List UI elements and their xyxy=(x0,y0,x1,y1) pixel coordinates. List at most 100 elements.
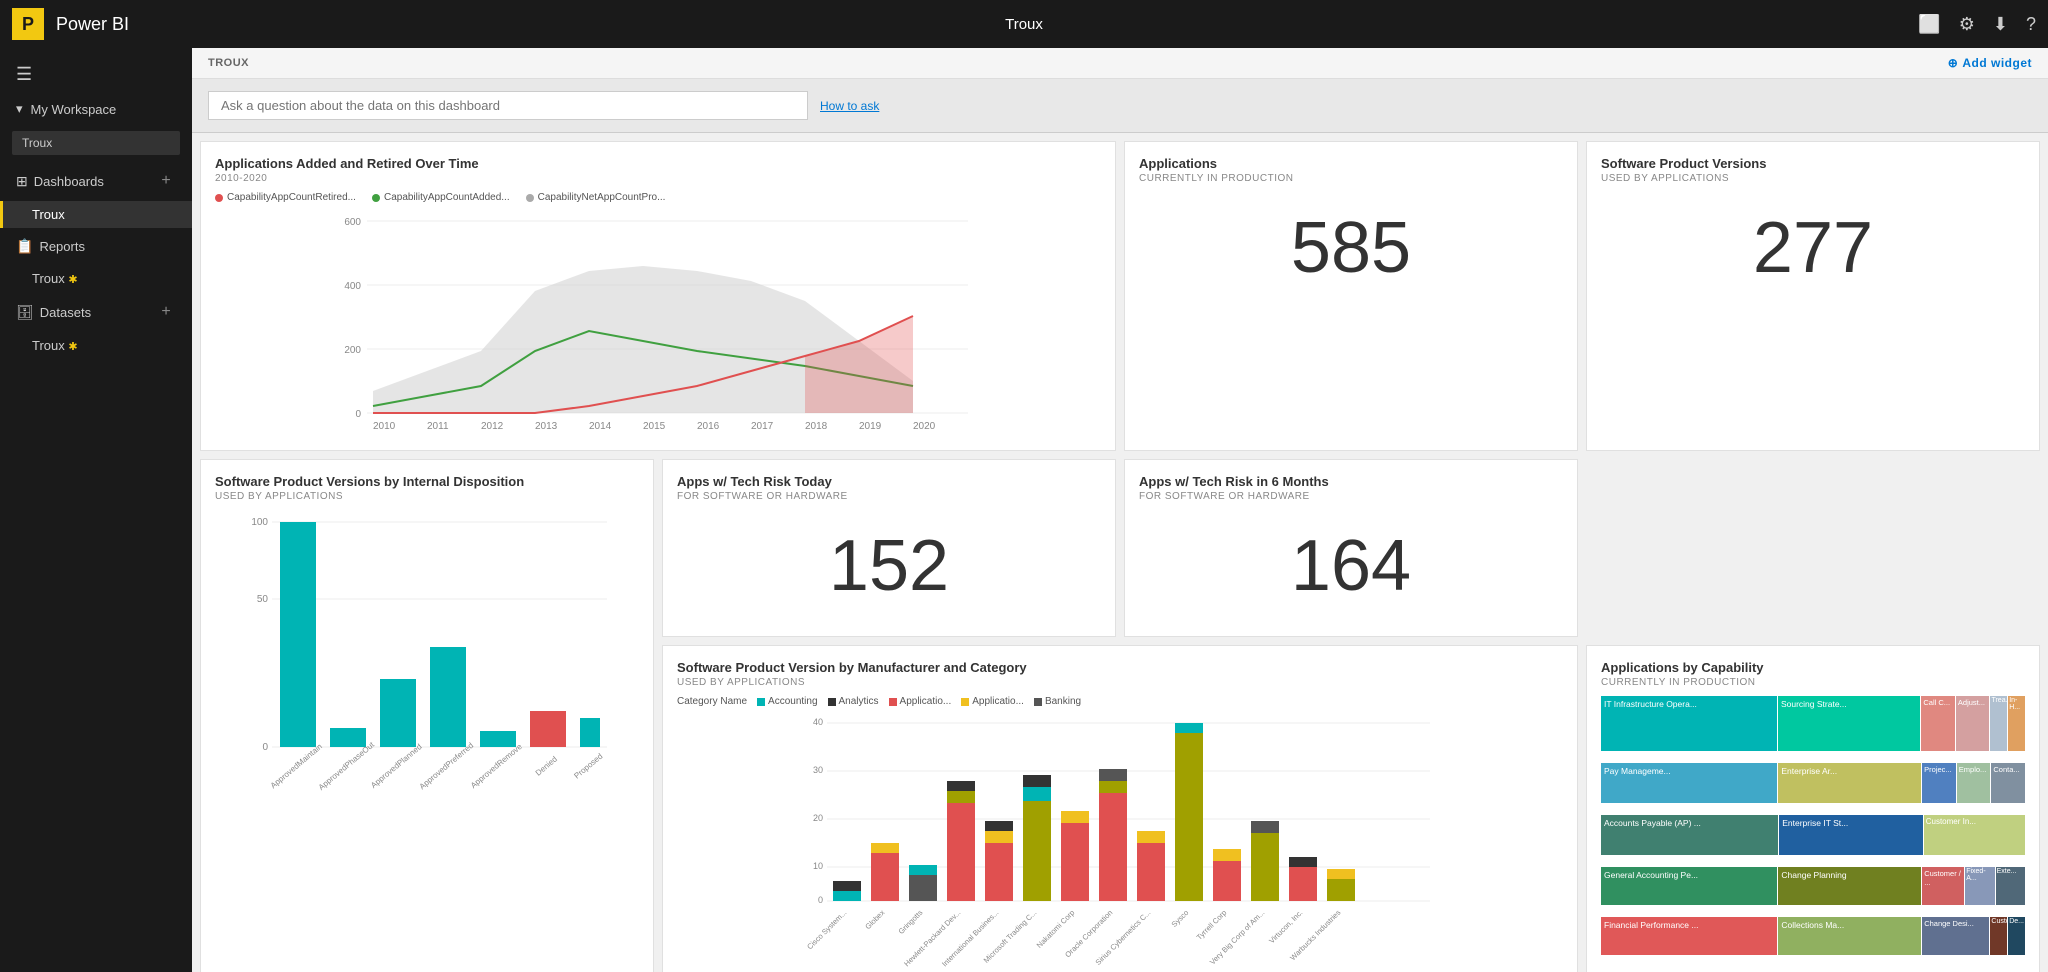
treemap-cell-sourcing[interactable]: Sourcing Strate... xyxy=(1778,696,1920,751)
risk-today-subtitle: FOR SOFTWARE OR HARDWARE xyxy=(677,491,1101,502)
sw-mfr-title: Software Product Version by Manufacturer… xyxy=(677,660,1563,675)
sw-internal-title: Software Product Versions by Internal Di… xyxy=(215,474,639,489)
risk-6mo-title: Apps w/ Tech Risk in 6 Months xyxy=(1139,474,1563,489)
svg-text:0: 0 xyxy=(818,895,823,905)
tile-sw-manufacturer: Software Product Version by Manufacturer… xyxy=(662,645,1578,972)
hamburger-menu[interactable]: ☰ xyxy=(0,56,192,93)
svg-text:Globex: Globex xyxy=(863,908,886,931)
svg-text:100: 100 xyxy=(251,517,268,528)
treemap-cell-trea[interactable]: Trea... xyxy=(1990,696,2007,751)
gear-icon[interactable]: ⚙ xyxy=(1959,14,1975,35)
sidebar-item-reports[interactable]: 📋 Reports xyxy=(0,228,192,265)
svg-text:0: 0 xyxy=(262,742,268,753)
svg-text:Denied: Denied xyxy=(534,754,559,777)
treemap-cell-custo[interactable]: Custo... xyxy=(1990,917,2007,955)
treemap-cell-change-plan[interactable]: Change Planning xyxy=(1778,867,1921,905)
treemap-cell-customer-slash[interactable]: Customer / ... xyxy=(1922,867,1964,905)
chevron-down-icon: ▾ xyxy=(16,101,23,117)
legend-item-retired: CapabilityAppCountRetired... xyxy=(215,192,356,203)
sw-mfr-chart: 40 30 20 10 0 xyxy=(677,713,1563,933)
svg-text:10: 10 xyxy=(813,861,823,871)
treemap-cell-accounts-payable[interactable]: Accounts Payable (AP) ... xyxy=(1601,815,1778,855)
topbar-actions: ⬜ ⚙ ⬇ ? xyxy=(1918,14,2036,35)
topbar: P Power BI Troux ⬜ ⚙ ⬇ ? xyxy=(0,0,2048,48)
sidebar-item-troux-dashboard[interactable]: Troux xyxy=(0,201,192,228)
legend-banking: Banking xyxy=(1034,696,1081,707)
treemap-cell-emplo[interactable]: Emplo... xyxy=(1957,763,1991,803)
add-dashboard-button[interactable]: + xyxy=(156,171,176,191)
treemap-cell-de[interactable]: De... xyxy=(2008,917,2025,955)
line-chart-subtitle: 2010-2020 xyxy=(215,173,1101,184)
treemap-cell-it-infra[interactable]: IT Infrastructure Opera... xyxy=(1601,696,1777,751)
treemap-cell-enterprise-it[interactable]: Enterprise IT St... xyxy=(1779,815,1922,855)
apps-title: Applications xyxy=(1139,156,1563,171)
svg-text:2013: 2013 xyxy=(535,421,558,432)
tile-tech-risk-today: Apps w/ Tech Risk Today FOR SOFTWARE OR … xyxy=(662,459,1116,637)
treemap-cell-exte[interactable]: Exte... xyxy=(1996,867,2025,905)
sidebar-item-troux-dataset[interactable]: Troux ✱ xyxy=(0,332,192,359)
treemap-cell-conta[interactable]: Conta... xyxy=(1991,763,2025,803)
apps-subtitle: CURRENTLY IN PRODUCTION xyxy=(1139,173,1563,184)
line-chart-svg: 600 400 200 0 2010 2011 2012 2013 2014 2… xyxy=(215,211,1101,431)
add-dataset-button[interactable]: + xyxy=(156,302,176,322)
treemap-cell-fixed[interactable]: Fixed-A... xyxy=(1965,867,1994,905)
treemap-cell-customer-in[interactable]: Customer In... xyxy=(1924,815,2025,855)
svg-text:2012: 2012 xyxy=(481,421,504,432)
sidebar-workspace-header[interactable]: ▾ My Workspace xyxy=(0,93,192,125)
treemap-cell-proj[interactable]: Projec... xyxy=(1922,763,1956,803)
treemap-cell-collections[interactable]: Collections Ma... xyxy=(1778,917,1921,955)
svg-text:2018: 2018 xyxy=(805,421,828,432)
svg-text:ApprovedPhaseOut: ApprovedPhaseOut xyxy=(317,740,377,792)
svg-text:2010: 2010 xyxy=(373,421,396,432)
sidebar-item-troux-report[interactable]: Troux ✱ xyxy=(0,265,192,292)
dashboards-label: Dashboards xyxy=(34,174,104,189)
add-widget-button[interactable]: ⊕ Add widget xyxy=(1948,56,2032,70)
svg-text:30: 30 xyxy=(813,765,823,775)
svg-text:Virtucon, Inc.: Virtucon, Inc. xyxy=(1267,908,1304,945)
treemap-cell-gen-acct[interactable]: General Accounting Pe... xyxy=(1601,867,1777,905)
svg-text:2011: 2011 xyxy=(427,421,449,432)
svg-text:ApprovedRemove: ApprovedRemove xyxy=(469,742,524,790)
svg-text:Sysco: Sysco xyxy=(1170,908,1191,929)
svg-text:50: 50 xyxy=(257,594,269,605)
legend-label-retired: CapabilityAppCountRetired... xyxy=(227,192,356,203)
tile-line-chart: Applications Added and Retired Over Time… xyxy=(200,141,1116,451)
tile-applications: Applications CURRENTLY IN PRODUCTION 585 xyxy=(1124,141,1578,451)
treemap-cell-call[interactable]: Call C... xyxy=(1921,696,1955,751)
svg-text:2019: 2019 xyxy=(859,421,882,432)
treemap-cell-inh[interactable]: In-H... xyxy=(2008,696,2025,751)
treemap-cell-adjust[interactable]: Adjust... xyxy=(1956,696,1990,751)
svg-text:2016: 2016 xyxy=(697,421,720,432)
sidebar-item-dashboards[interactable]: ⊞ Dashboards + xyxy=(0,161,192,201)
svg-text:2014: 2014 xyxy=(589,421,612,432)
treemap-cell-fin-perf[interactable]: Financial Performance ... xyxy=(1601,917,1777,955)
datasets-label: Datasets xyxy=(40,305,91,320)
legend-analytics: Analytics xyxy=(828,696,879,707)
download-icon[interactable]: ⬇ xyxy=(1993,14,2008,35)
question-icon[interactable]: ? xyxy=(2026,14,2036,35)
how-to-ask-link[interactable]: How to ask xyxy=(820,99,879,113)
main-content: TROUX ⊕ Add widget How to ask Applicatio… xyxy=(192,48,2048,972)
add-widget-label: Add widget xyxy=(1962,56,2032,70)
legend-dot-app1 xyxy=(889,698,897,706)
sw-internal-subtitle: USED BY APPLICATIONS xyxy=(215,491,639,502)
risk-today-title: Apps w/ Tech Risk Today xyxy=(677,474,1101,489)
app-name: Power BI xyxy=(56,14,1906,35)
legend-app2: Applicatio... xyxy=(961,696,1024,707)
sidebar-item-datasets[interactable]: 🗄 Datasets + xyxy=(0,292,192,332)
qa-input[interactable] xyxy=(208,91,808,120)
sidebar: ☰ ▾ My Workspace ⊞ Dashboards + Troux 📋 … xyxy=(0,48,192,972)
legend-item-added: CapabilityAppCountAdded... xyxy=(372,192,510,203)
legend-app1: Applicatio... xyxy=(889,696,952,707)
sw-versions-title: Software Product Versions xyxy=(1601,156,2025,171)
legend: CapabilityAppCountRetired... CapabilityA… xyxy=(215,192,1101,203)
treemap-cell-enterprise-ar[interactable]: Enterprise Ar... xyxy=(1778,763,1921,803)
breadcrumb: TROUX xyxy=(208,57,249,69)
sw-internal-chart: 100 50 0 ApprovedMaintain ApprovedPhaseO… xyxy=(215,510,639,850)
screen-icon[interactable]: ⬜ xyxy=(1918,14,1940,35)
search-input[interactable] xyxy=(12,131,180,155)
sw-mfr-legend: Category Name Accounting Analytics Appli… xyxy=(677,696,1563,707)
treemap-cell-pay[interactable]: Pay Manageme... xyxy=(1601,763,1777,803)
legend-dot-analytics xyxy=(828,698,836,706)
treemap-cell-change-desi[interactable]: Change Desi... xyxy=(1922,917,1989,955)
